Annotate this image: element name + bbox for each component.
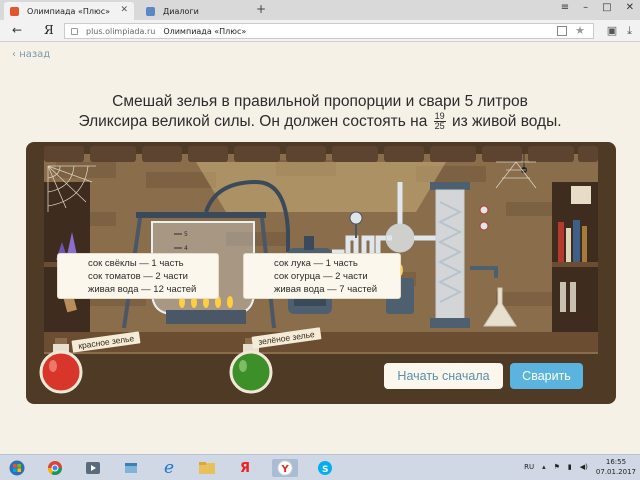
green-ingredient-2: сок огурца — 2 части xyxy=(274,271,368,282)
clock[interactable]: 16:55 07.01.2017 xyxy=(596,457,636,477)
task-line-2: Эликсира великой силы. Он должен состоят… xyxy=(40,112,600,132)
yandex-logo[interactable]: Я xyxy=(44,23,54,37)
task-line-2-suffix: из живой воды. xyxy=(451,113,562,130)
minimize-icon[interactable]: – xyxy=(583,2,588,13)
folder-icon[interactable] xyxy=(194,459,220,477)
toolbar-icons: ▣ ⤓ xyxy=(607,24,632,38)
network-icon[interactable]: ▮ xyxy=(568,463,572,471)
fraction-denominator: 25 xyxy=(434,121,445,132)
dialogs-favicon-icon xyxy=(146,6,155,16)
site-info-icon[interactable] xyxy=(71,27,78,35)
download-icon[interactable]: ⤓ xyxy=(627,24,632,38)
brew-button[interactable]: Сварить xyxy=(510,363,583,389)
scale-tick-4: 4 xyxy=(184,245,188,252)
start-icon[interactable] xyxy=(4,459,30,477)
media-icon[interactable] xyxy=(80,459,106,477)
red-ingredient-1: сок свёклы — 1 часть xyxy=(88,258,184,269)
new-tab-button[interactable]: + xyxy=(256,2,266,16)
flag-icon[interactable]: ⚑ xyxy=(554,463,560,471)
svg-text:S: S xyxy=(322,465,328,475)
yandex-ya-icon[interactable]: Я xyxy=(232,459,258,477)
right-shelf xyxy=(552,182,598,332)
close-window-icon[interactable]: ✕ xyxy=(626,2,634,13)
back-link[interactable]: ‹ назад xyxy=(12,49,50,60)
task-line-2-prefix: Эликсира великой силы. Он должен состоят… xyxy=(78,113,428,130)
clock-time: 16:55 xyxy=(605,458,627,466)
chrome-icon[interactable] xyxy=(42,459,68,477)
valve-icon xyxy=(479,205,489,215)
back-arrow-icon[interactable]: ← xyxy=(12,23,22,37)
skype-icon[interactable]: S xyxy=(312,459,338,477)
back-label: назад xyxy=(19,49,51,60)
tab-title: Диалоги xyxy=(163,6,199,16)
explorer-icon[interactable] xyxy=(118,459,144,477)
scale-tick-5: 5 xyxy=(184,231,188,238)
window-controls: ≡ – □ ✕ xyxy=(561,2,634,13)
extension-icon[interactable]: ▣ xyxy=(607,24,617,38)
task-line-1: Смешай зелья в правильной пропорции и св… xyxy=(112,93,528,110)
menu-icon[interactable]: ≡ xyxy=(561,2,569,13)
tray-arrow-icon[interactable]: ▴ xyxy=(542,463,546,471)
olympiad-favicon-icon xyxy=(10,6,19,16)
ceiling-stones xyxy=(44,146,598,162)
reader-mode-icon[interactable] xyxy=(557,26,567,36)
ie-icon[interactable]: e xyxy=(156,458,182,478)
maximize-icon[interactable]: □ xyxy=(602,2,611,13)
language-indicator[interactable]: RU xyxy=(524,463,534,471)
green-potion-card: сок лука — 1 часть сок огурца — 2 части … xyxy=(244,254,400,298)
red-ingredient-3: живая вода — 12 частей xyxy=(88,284,197,295)
green-ingredient-3: живая вода — 7 частей xyxy=(274,284,378,295)
taskbar: e Я Y S RU ▴ ⚑ ▮ ◀) 16:55 07.01.2017 xyxy=(0,454,640,480)
tab-olympiad[interactable]: Олимпиада «Плюс» ✕ xyxy=(4,2,134,20)
tab-title: Олимпиада «Плюс» xyxy=(27,6,111,16)
red-potion-card: сок свёклы — 1 часть сок томатов — 2 час… xyxy=(58,254,218,298)
scroll-icon xyxy=(571,186,591,204)
page-content: ‹ назад Смешай зелья в правильной пропор… xyxy=(0,42,640,454)
url-page-title: Олимпиада «Плюс» xyxy=(163,26,247,36)
green-ingredient-1: сок лука — 1 часть xyxy=(274,258,358,269)
red-ingredient-2: сок томатов — 2 части xyxy=(88,271,188,282)
system-tray: RU ▴ ⚑ ▮ ◀) 16:55 07.01.2017 xyxy=(524,457,636,477)
clock-date: 07.01.2017 xyxy=(595,468,636,476)
volume-icon[interactable]: ◀) xyxy=(580,463,588,471)
url-field[interactable]: plus.olimpiada.ru Олимпиада «Плюс» ★ xyxy=(64,23,594,39)
task-text: Смешай зелья в правильной пропорции и св… xyxy=(40,92,600,132)
svg-text:Y: Y xyxy=(281,464,290,475)
bookmark-star-icon[interactable]: ★ xyxy=(575,24,585,37)
fraction-numerator: 19 xyxy=(434,111,445,122)
yandex-browser-icon[interactable]: Y xyxy=(272,459,298,477)
tab-dialogs[interactable]: Диалоги xyxy=(140,2,250,20)
reset-button[interactable]: Начать сначала xyxy=(384,363,503,389)
tab-strip: Олимпиада «Плюс» ✕ Диалоги + ≡ – □ ✕ xyxy=(0,0,640,20)
fraction: 19 25 xyxy=(433,111,446,132)
close-tab-icon[interactable]: ✕ xyxy=(120,5,128,15)
url-host: plus.olimpiada.ru xyxy=(86,26,156,36)
address-bar: ← Я plus.olimpiada.ru Олимпиада «Плюс» ★… xyxy=(0,20,640,42)
